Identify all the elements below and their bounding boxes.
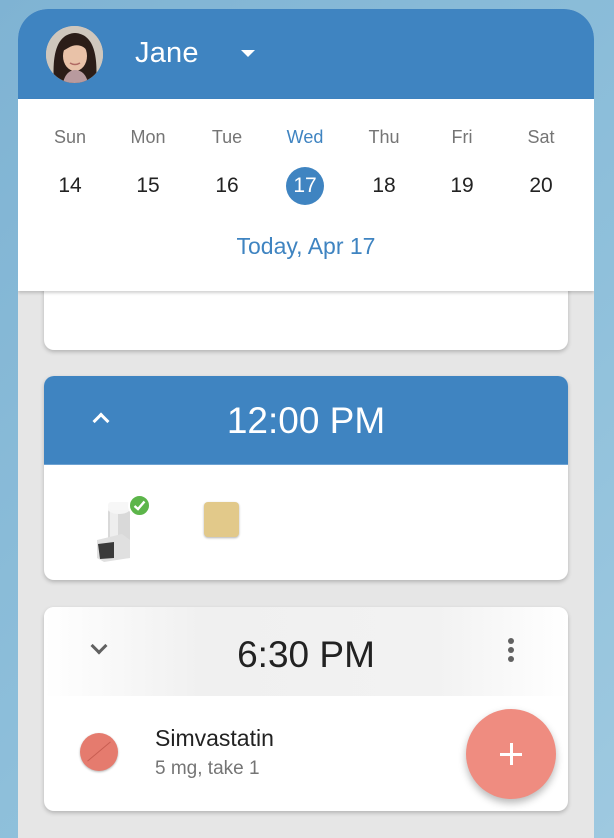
dose-time: 6:30 PM xyxy=(237,634,375,675)
day-of-week: Wed xyxy=(286,127,324,147)
day-of-week: Tue xyxy=(211,127,243,147)
schedule-card-header[interactable]: 6:30 PM xyxy=(44,607,568,696)
round-pill-icon xyxy=(80,733,118,771)
day-number: 14 xyxy=(58,174,82,197)
day-number: 20 xyxy=(529,174,553,197)
app-screen: Jane Sun 14 Mon 15 Tue 16 Wed 17 Thu 18 … xyxy=(18,9,594,838)
caret-down-icon[interactable] xyxy=(241,50,255,57)
day-of-week: Thu xyxy=(368,127,400,147)
week-calendar: Sun 14 Mon 15 Tue 16 Wed 17 Thu 18 Fri 1… xyxy=(18,99,594,291)
more-vertical-icon[interactable] xyxy=(506,638,516,668)
user-name[interactable]: Jane xyxy=(135,37,199,70)
day-number: 18 xyxy=(372,174,396,197)
day-of-week: Sun xyxy=(53,127,87,147)
inhaler-icon[interactable] xyxy=(92,494,152,566)
app-bar: Jane xyxy=(18,9,594,99)
selected-day-number: 17 xyxy=(286,167,324,205)
day-of-week: Mon xyxy=(130,127,166,147)
square-pill-icon[interactable] xyxy=(204,502,239,537)
schedule-card-header[interactable]: 12:00 PM xyxy=(44,376,568,465)
check-badge-icon xyxy=(128,494,151,517)
today-label[interactable]: Today, Apr 17 xyxy=(18,233,594,260)
medication-dose: 5 mg, take 1 xyxy=(155,758,260,779)
day-number: 16 xyxy=(215,174,239,197)
user-avatar-photo xyxy=(46,26,103,83)
day-of-week: Fri xyxy=(451,127,473,147)
avatar[interactable] xyxy=(46,26,103,83)
medication-name[interactable]: Simvastatin xyxy=(155,725,274,752)
schedule-card-noon: 12:00 PM xyxy=(44,376,568,580)
day-number: 15 xyxy=(136,174,160,197)
plus-icon xyxy=(500,743,522,765)
dose-time: 12:00 PM xyxy=(226,400,386,441)
add-medication-button[interactable] xyxy=(466,709,556,799)
day-number: 19 xyxy=(450,174,474,197)
day-of-week: Sat xyxy=(527,127,555,147)
